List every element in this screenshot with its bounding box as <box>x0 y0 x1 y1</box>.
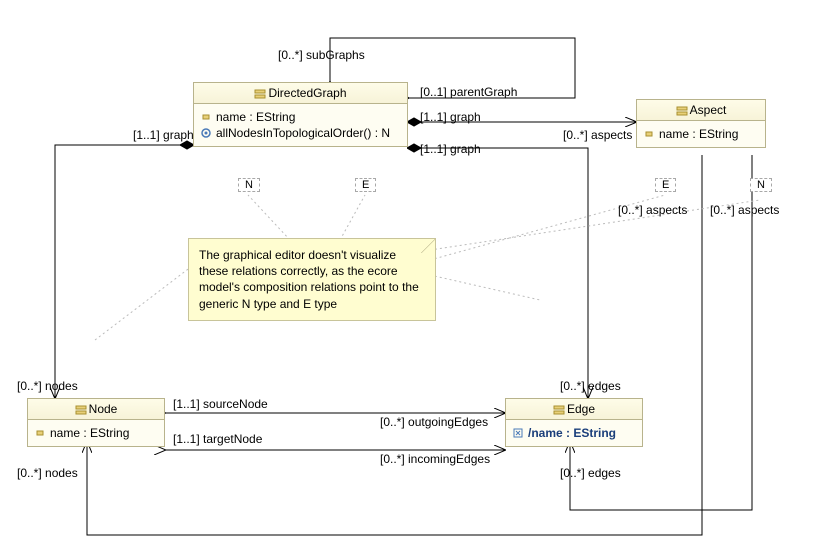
class-title: DirectedGraph <box>194 83 407 104</box>
label-sourcenode: [1..1] sourceNode <box>173 397 268 411</box>
class-name: DirectedGraph <box>268 86 346 100</box>
class-edge[interactable]: Edge /name : EString <box>505 398 643 447</box>
label-aspects-down2: [0..*] aspects <box>710 203 779 217</box>
attribute-text: /name : EString <box>528 426 616 440</box>
class-name: Aspect <box>690 103 727 117</box>
attribute-row: name : EString <box>200 110 401 124</box>
operation-row: allNodesInTopologicalOrder() : N <box>200 126 401 140</box>
attribute-row: name : EString <box>643 127 759 141</box>
class-title: Aspect <box>637 100 765 121</box>
label-edges-bottom: [0..*] edges <box>560 466 621 480</box>
operation-icon <box>200 127 212 139</box>
class-icon <box>254 88 266 100</box>
attribute-icon <box>643 128 655 140</box>
label-subgraphs: [0..*] subGraphs <box>278 48 365 62</box>
class-icon <box>75 404 87 416</box>
label-targetnode: [1..1] targetNode <box>173 432 262 446</box>
label-outgoingedges: [0..*] outgoingEdges <box>380 415 488 429</box>
attribute-icon <box>200 111 212 123</box>
class-node[interactable]: Node name : EString <box>27 398 165 447</box>
type-param-n: N <box>238 178 260 192</box>
label-graph-a: [1..1] graph <box>420 110 481 124</box>
attribute-text: name : EString <box>659 127 738 141</box>
attribute-row: /name : EString <box>512 426 636 440</box>
class-icon <box>553 404 565 416</box>
class-title: Node <box>28 399 164 420</box>
label-nodes-top: [0..*] nodes <box>17 379 78 393</box>
attribute-text: name : EString <box>50 426 129 440</box>
class-name: Node <box>89 402 118 416</box>
class-aspect[interactable]: Aspect name : EString <box>636 99 766 148</box>
note: The graphical editor doesn't visualize t… <box>188 238 436 321</box>
note-text: The graphical editor doesn't visualize t… <box>199 248 419 311</box>
note-corner-icon <box>421 239 435 253</box>
label-edges-top: [0..*] edges <box>560 379 621 393</box>
attribute-icon <box>34 427 46 439</box>
operation-text: allNodesInTopologicalOrder() : N <box>216 126 390 140</box>
label-aspects-right: [0..*] aspects <box>563 128 632 142</box>
class-name: Edge <box>567 402 595 416</box>
type-param-e: E <box>655 178 676 192</box>
attribute-row: name : EString <box>34 426 158 440</box>
label-graph-left: [1..1] graph <box>133 128 194 142</box>
label-nodes-bottom: [0..*] nodes <box>17 466 78 480</box>
type-param-n: N <box>750 178 772 192</box>
class-directedgraph[interactable]: DirectedGraph name : EString allNodesInT… <box>193 82 408 147</box>
type-param-e: E <box>355 178 376 192</box>
derived-icon <box>512 427 524 439</box>
class-title: Edge <box>506 399 642 420</box>
attribute-text: name : EString <box>216 110 295 124</box>
label-aspects-down1: [0..*] aspects <box>618 203 687 217</box>
label-incomingedges: [0..*] incomingEdges <box>380 452 490 466</box>
label-parentgraph: [0..1] parentGraph <box>420 85 517 99</box>
label-graph-b: [1..1] graph <box>420 142 481 156</box>
class-icon <box>676 105 688 117</box>
